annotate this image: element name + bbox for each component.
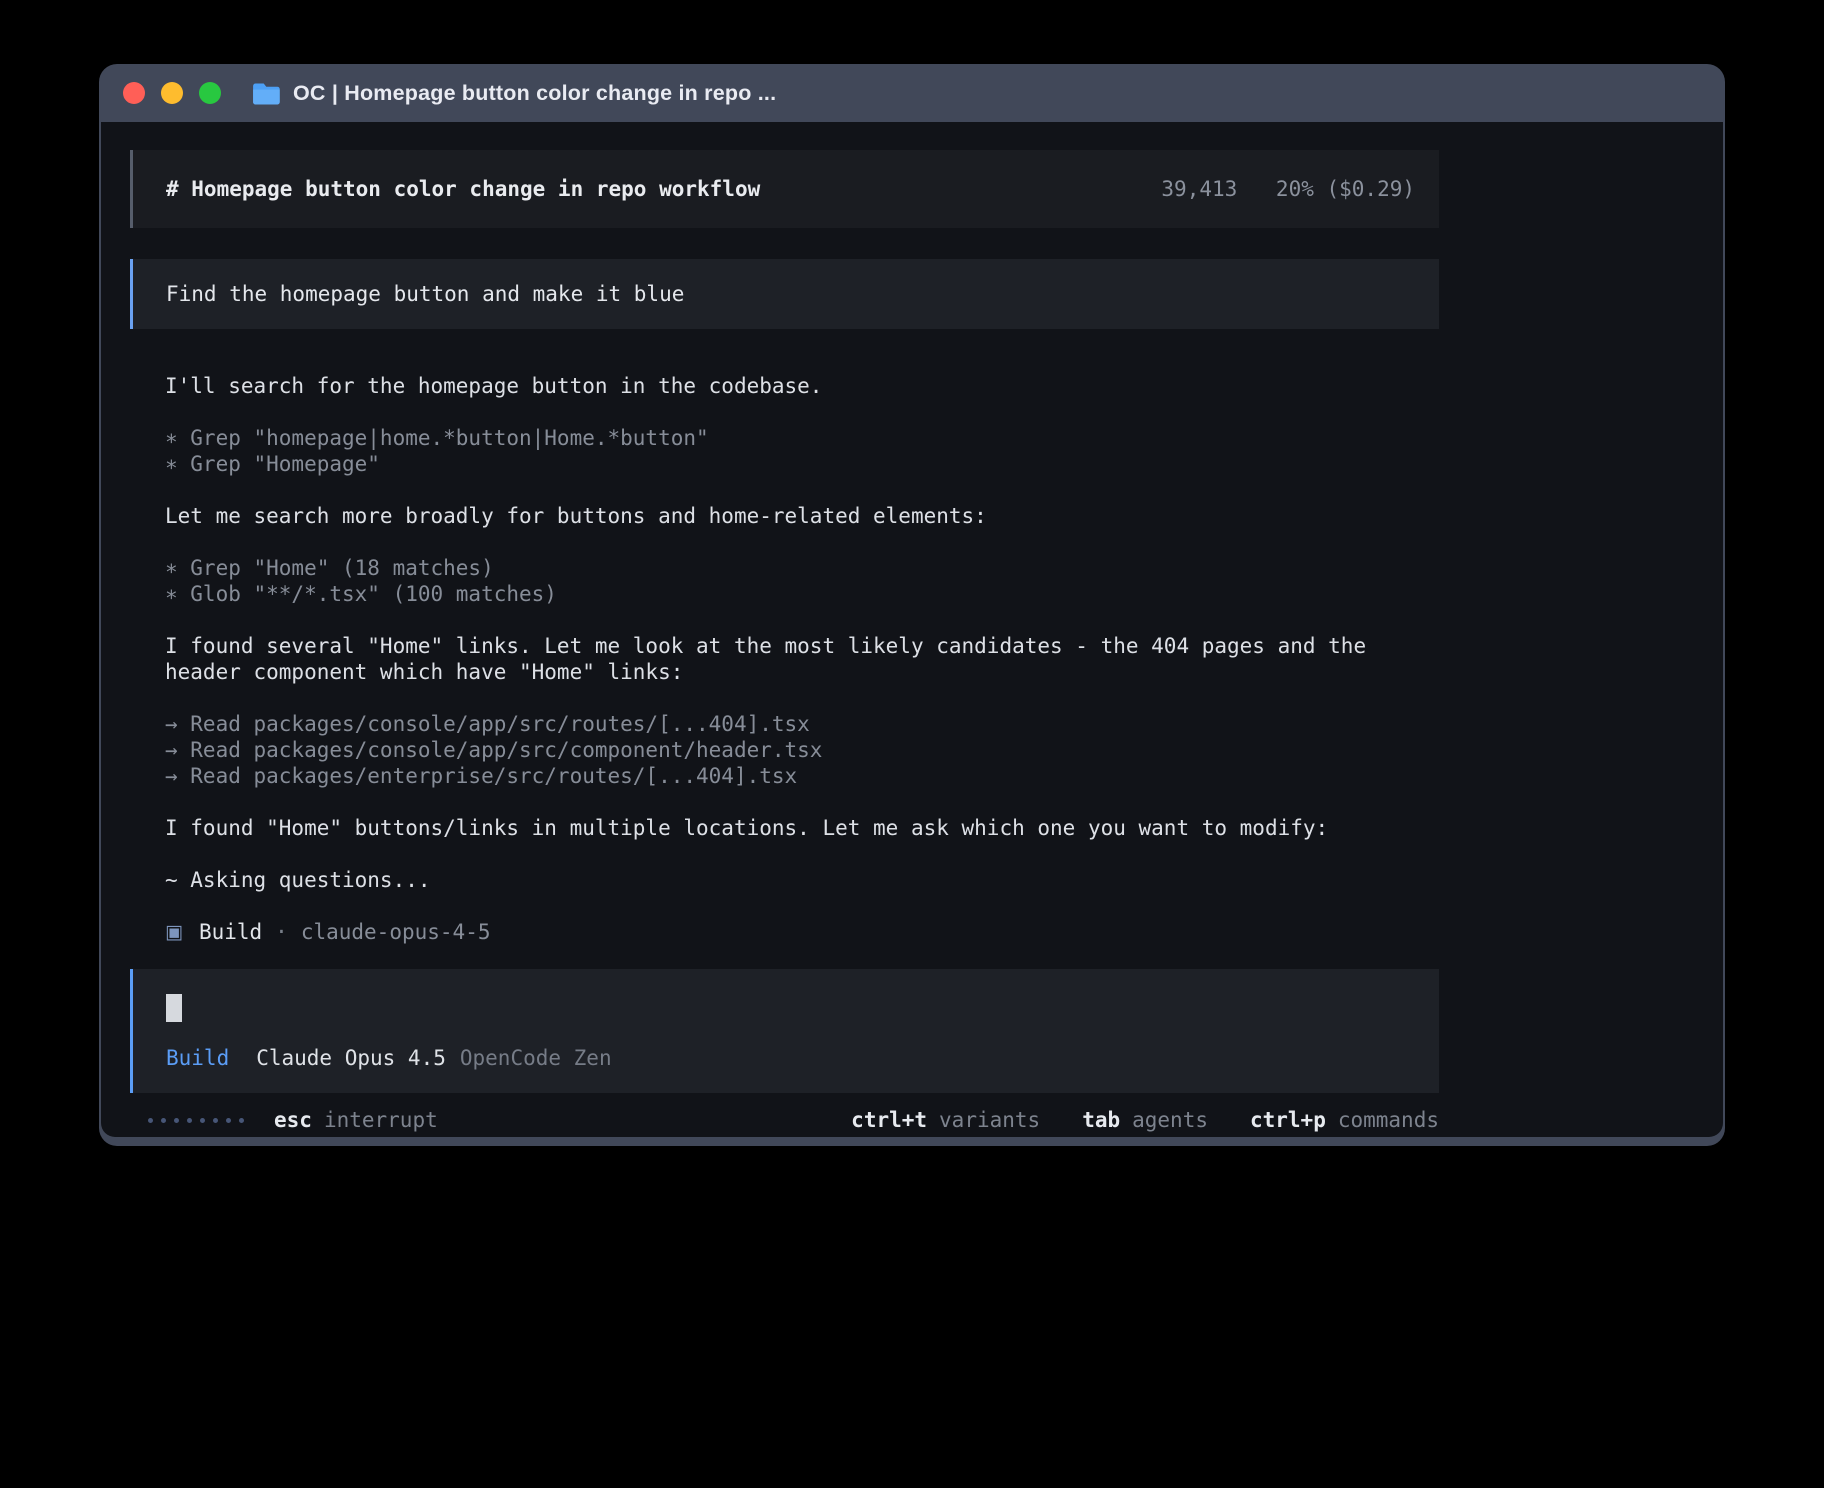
session-header: # Homepage button color change in repo w… bbox=[130, 150, 1439, 228]
prompt-mode: Build bbox=[166, 1045, 229, 1071]
spinner-dot bbox=[187, 1118, 192, 1123]
folder-icon bbox=[253, 82, 280, 105]
agent-model: claude-opus-4-5 bbox=[301, 919, 491, 945]
transcript-paragraph: → Read packages/console/app/src/routes/[… bbox=[165, 711, 1439, 789]
status-bar: esc interrupt ctrl+tvariantstabagentsctr… bbox=[130, 1107, 1439, 1133]
transcript-line: → Read packages/enterprise/src/routes/[.… bbox=[165, 763, 1439, 789]
traffic-lights bbox=[123, 82, 221, 104]
context-cost: 20% ($0.29) bbox=[1276, 177, 1415, 201]
title-group: OC | Homepage button color change in rep… bbox=[253, 81, 776, 106]
transcript-paragraph: I'll search for the homepage button in t… bbox=[165, 373, 1439, 399]
prompt-provider: OpenCode Zen bbox=[460, 1045, 612, 1071]
transcript-paragraph: I found "Home" buttons/links in multiple… bbox=[165, 815, 1439, 841]
agent-status: ▣ Build · claude-opus-4-5 bbox=[130, 919, 1439, 945]
transcript-line: ∗ Grep "homepage|home.*button|Home.*butt… bbox=[165, 425, 1439, 451]
agent-separator: · bbox=[275, 919, 288, 945]
prompt-model: Claude Opus 4.5 bbox=[256, 1045, 446, 1071]
spinner-dots bbox=[148, 1118, 244, 1123]
prompt-meta: Build Claude Opus 4.5 OpenCode Zen bbox=[166, 1045, 1406, 1071]
zoom-button[interactable] bbox=[199, 82, 221, 104]
transcript-line: I found "Home" buttons/links in multiple… bbox=[165, 815, 1439, 841]
session-stats: 39,413 20% ($0.29) bbox=[1161, 176, 1415, 202]
shortcut-label: variants bbox=[939, 1107, 1040, 1133]
terminal-window: OC | Homepage button color change in rep… bbox=[99, 64, 1725, 1146]
shortcut-hint: ctrl+p commands bbox=[1250, 1107, 1439, 1133]
prompt-input[interactable]: Build Claude Opus 4.5 OpenCode Zen bbox=[130, 969, 1439, 1093]
terminal-content: # Homepage button color change in repo w… bbox=[101, 122, 1723, 1137]
shortcut-hint: tab agents bbox=[1082, 1107, 1208, 1133]
shortcut-label: agents bbox=[1132, 1107, 1208, 1133]
status-shortcuts: ctrl+t variants tab agents ctrl+p commands bbox=[851, 1107, 1439, 1133]
shortcut-label: commands bbox=[1338, 1107, 1439, 1133]
transcript-line: ∗ Grep "Home" (18 matches) bbox=[165, 555, 1439, 581]
transcript-paragraph: Let me search more broadly for buttons a… bbox=[165, 503, 1439, 529]
user-message-text: Find the homepage button and make it blu… bbox=[166, 281, 684, 307]
esc-label: interrupt bbox=[324, 1107, 438, 1133]
titlebar[interactable]: OC | Homepage button color change in rep… bbox=[99, 64, 1725, 122]
shortcut-key: ctrl+p bbox=[1250, 1107, 1326, 1133]
transcript-paragraph: I found several "Home" links. Let me loo… bbox=[165, 633, 1439, 685]
session-title: # Homepage button color change in repo w… bbox=[166, 176, 760, 202]
transcript-paragraph: ∗ Grep "Home" (18 matches)∗ Glob "**/*.t… bbox=[165, 555, 1439, 607]
agent-icon: ▣ bbox=[165, 919, 183, 945]
transcript-line: → Read packages/console/app/src/componen… bbox=[165, 737, 1439, 763]
transcript: I'll search for the homepage button in t… bbox=[130, 373, 1439, 893]
spinner-dot bbox=[239, 1118, 244, 1123]
transcript-line: ~ Asking questions... bbox=[165, 867, 1439, 893]
transcript-paragraph: ~ Asking questions... bbox=[165, 867, 1439, 893]
transcript-line: ∗ Grep "Homepage" bbox=[165, 451, 1439, 477]
window-title: OC | Homepage button color change in rep… bbox=[293, 81, 776, 106]
spinner-dot bbox=[226, 1118, 231, 1123]
shortcut-key: tab bbox=[1082, 1107, 1120, 1133]
spinner-dot bbox=[200, 1118, 205, 1123]
transcript-line: ∗ Glob "**/*.tsx" (100 matches) bbox=[165, 581, 1439, 607]
token-count: 39,413 bbox=[1161, 177, 1237, 201]
shortcut-hint: ctrl+t variants bbox=[851, 1107, 1040, 1133]
agent-name: Build bbox=[199, 919, 262, 945]
transcript-line: I'll search for the homepage button in t… bbox=[165, 373, 1439, 399]
spinner-dot bbox=[148, 1118, 153, 1123]
user-message: Find the homepage button and make it blu… bbox=[130, 259, 1439, 329]
text-cursor bbox=[166, 994, 182, 1022]
minimize-button[interactable] bbox=[161, 82, 183, 104]
transcript-paragraph: ∗ Grep "homepage|home.*button|Home.*butt… bbox=[165, 425, 1439, 477]
spinner-dot bbox=[174, 1118, 179, 1123]
status-left: esc interrupt bbox=[130, 1107, 438, 1133]
transcript-line: Let me search more broadly for buttons a… bbox=[165, 503, 1439, 529]
spinner-dot bbox=[213, 1118, 218, 1123]
close-button[interactable] bbox=[123, 82, 145, 104]
spinner-dot bbox=[161, 1118, 166, 1123]
esc-key: esc bbox=[274, 1107, 312, 1133]
transcript-line: I found several "Home" links. Let me loo… bbox=[165, 633, 1439, 685]
shortcut-key: ctrl+t bbox=[851, 1107, 927, 1133]
transcript-line: → Read packages/console/app/src/routes/[… bbox=[165, 711, 1439, 737]
